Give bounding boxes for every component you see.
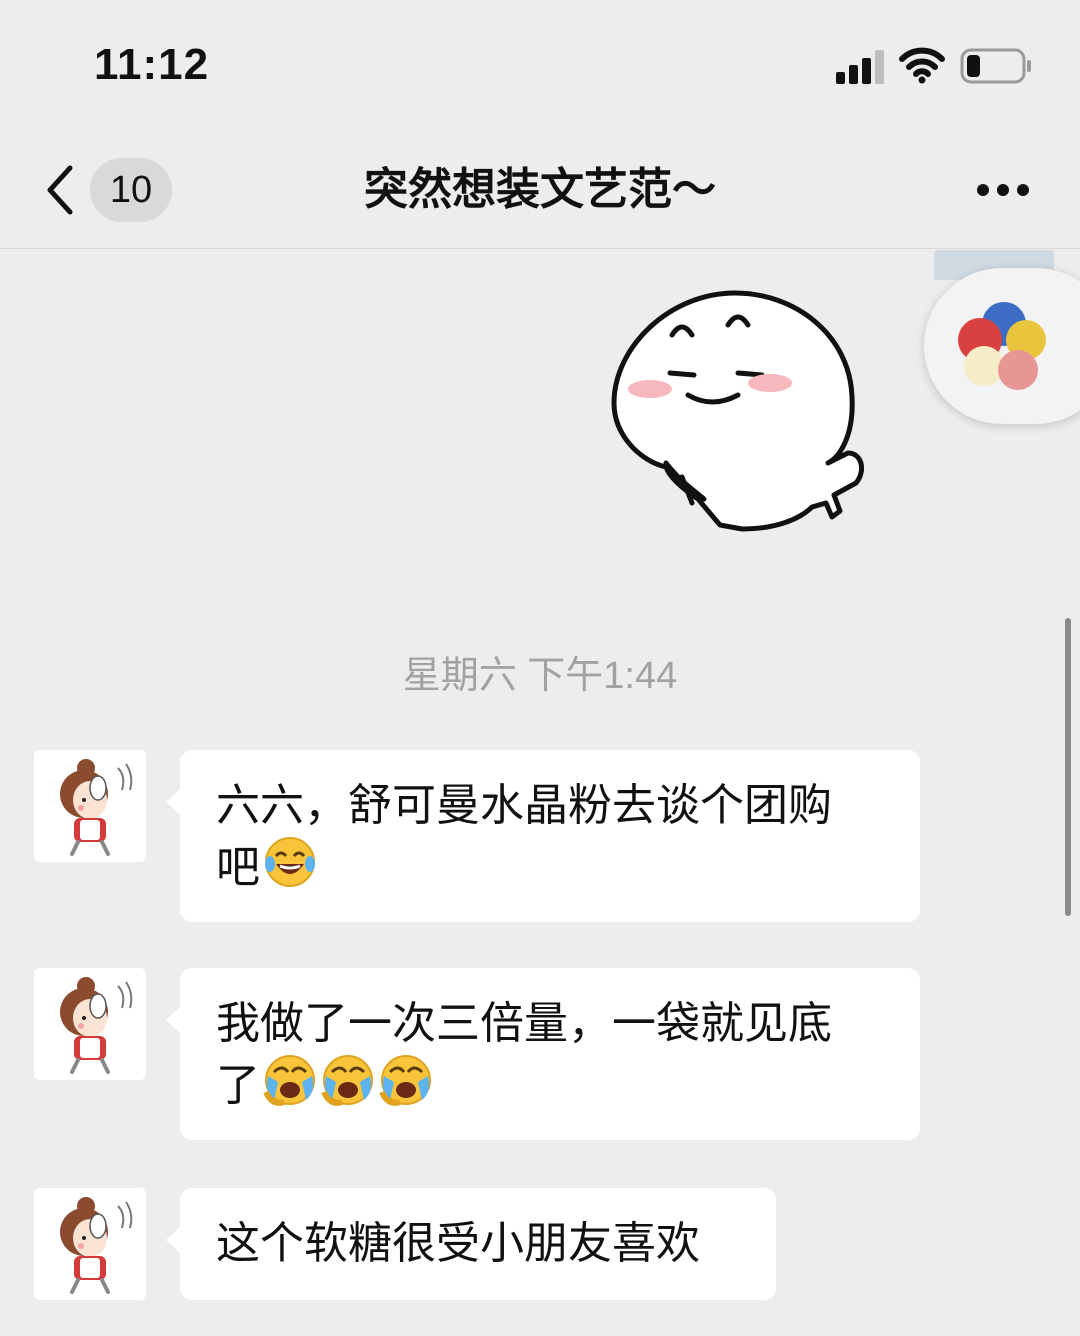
- message-row: 六六，舒可曼水晶粉去谈个团购 吧: [0, 750, 1080, 922]
- message-bubble[interactable]: 这个软糖很受小朋友喜欢: [180, 1188, 776, 1300]
- message-row: 我做了一次三倍量，一袋就见底 了: [0, 968, 1080, 1140]
- cellular-signal-icon: [836, 50, 884, 84]
- girl-avatar-icon: [60, 759, 133, 856]
- wifi-icon: [899, 47, 945, 84]
- multicolor-circles-icon: [958, 302, 1046, 390]
- message-text-line: 了: [216, 1052, 884, 1114]
- battery-low-icon: [960, 48, 1031, 84]
- bubble-tail: [166, 1006, 181, 1034]
- bubble-tail: [166, 788, 181, 816]
- more-dots-icon[interactable]: [975, 182, 1031, 198]
- avatar[interactable]: [34, 1188, 146, 1300]
- message-timestamp: 星期六 下午1:44: [402, 655, 678, 697]
- message-text-line: 六六，舒可曼水晶粉去谈个团购: [216, 781, 832, 830]
- floating-window-button[interactable]: [924, 268, 1080, 424]
- tears-of-joy-emoji: [265, 837, 315, 887]
- bubble-tail: [166, 1226, 181, 1254]
- status-time: 11:12: [94, 40, 210, 89]
- message-bubble[interactable]: 我做了一次三倍量，一袋就见底 了: [180, 968, 920, 1140]
- avatar[interactable]: [34, 968, 146, 1080]
- message-bubble[interactable]: 六六，舒可曼水晶粉去谈个团购 吧: [180, 750, 920, 922]
- avatar[interactable]: [34, 750, 146, 862]
- girl-avatar-icon: [60, 977, 133, 1074]
- message-text-line: 吧: [216, 834, 884, 896]
- message-text-line: 这个软糖很受小朋友喜欢: [216, 1219, 700, 1268]
- crying-face-emoji: [263, 1055, 315, 1106]
- crying-face-emoji: [379, 1055, 431, 1106]
- chat-title: 突然想装文艺范～: [364, 165, 716, 214]
- chat-header: 10 突然想装文艺范～: [0, 130, 1080, 249]
- message-text: 吧: [216, 843, 260, 892]
- girl-avatar-icon: [60, 1197, 133, 1294]
- smiling-ghost-sticker[interactable]: [600, 285, 870, 535]
- message-text: 了: [216, 1061, 260, 1110]
- message-text-line: 我做了一次三倍量，一袋就见底: [216, 999, 832, 1048]
- crying-face-emoji: [321, 1055, 373, 1106]
- message-row: 这个软糖很受小朋友喜欢: [0, 1188, 1080, 1300]
- status-bar: 11:12: [0, 0, 1080, 130]
